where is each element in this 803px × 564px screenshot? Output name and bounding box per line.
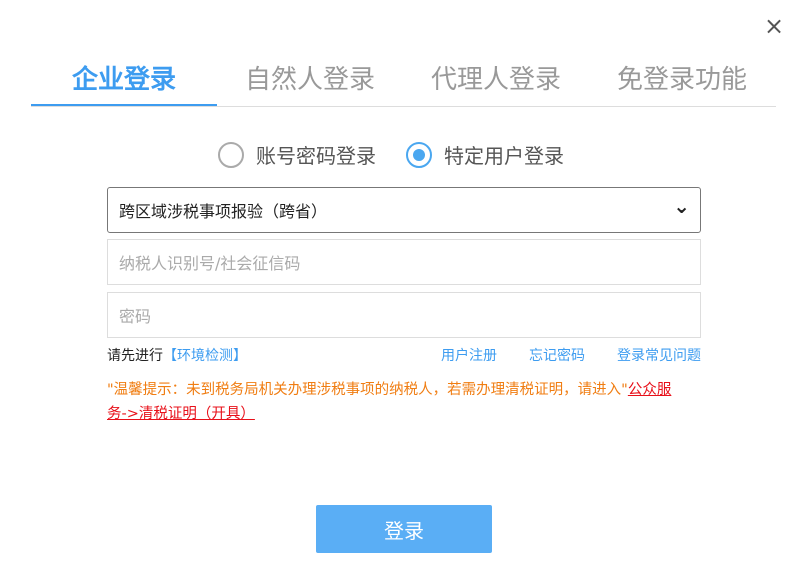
env-check-link[interactable]: 【环境检测】 [163, 345, 247, 365]
radio-label: 特定用户登录 [444, 144, 564, 168]
warning-notice: "温馨提示：未到税务局机关办理涉税事项的纳税人，若需办理清税证明，请进入"公众服… [107, 378, 682, 426]
radio-label: 账号密码登录 [256, 144, 376, 168]
taxpayer-id-input[interactable]: 纳税人识别号/社会征信码 [107, 239, 701, 285]
tab-no-login-functions[interactable]: 免登录功能 [589, 56, 775, 106]
tab-individual-login[interactable]: 自然人登录 [217, 56, 403, 106]
register-link[interactable]: 用户注册 [441, 345, 497, 365]
radio-account-password[interactable]: 账号密码登录 [218, 140, 376, 169]
password-input[interactable]: 密码 [107, 292, 701, 338]
tab-enterprise-login[interactable]: 企业登录 [31, 56, 217, 106]
chevron-down-icon: ⌄ [673, 194, 690, 218]
business-type-select[interactable]: 跨区域涉税事项报验（跨省） ⌄ [107, 187, 701, 233]
radio-circle-icon [218, 141, 244, 168]
login-mode-group: 账号密码登录 特定用户登录 [218, 140, 594, 169]
radio-specific-user[interactable]: 特定用户登录 [406, 140, 564, 169]
radio-checked-icon [406, 141, 432, 168]
faq-link[interactable]: 登录常见问题 [617, 345, 701, 365]
placeholder: 密码 [119, 307, 152, 326]
env-check-prefix: 请先进行 [107, 348, 163, 364]
links-row: 请先进行 【环境检测】 用户注册 忘记密码 登录常见问题 [107, 345, 701, 365]
tab-agent-login[interactable]: 代理人登录 [403, 56, 589, 106]
login-tabs: 企业登录 自然人登录 代理人登录 免登录功能 [31, 56, 776, 107]
placeholder: 纳税人识别号/社会征信码 [119, 254, 301, 273]
forgot-password-link[interactable]: 忘记密码 [529, 345, 585, 365]
login-button[interactable]: 登录 [316, 505, 492, 553]
warning-text: "温馨提示：未到税务局机关办理涉税事项的纳税人，若需办理清税证明，请进入" [107, 382, 628, 398]
select-value: 跨区域涉税事项报验（跨省） [119, 202, 328, 221]
close-icon[interactable]: × [764, 14, 784, 38]
